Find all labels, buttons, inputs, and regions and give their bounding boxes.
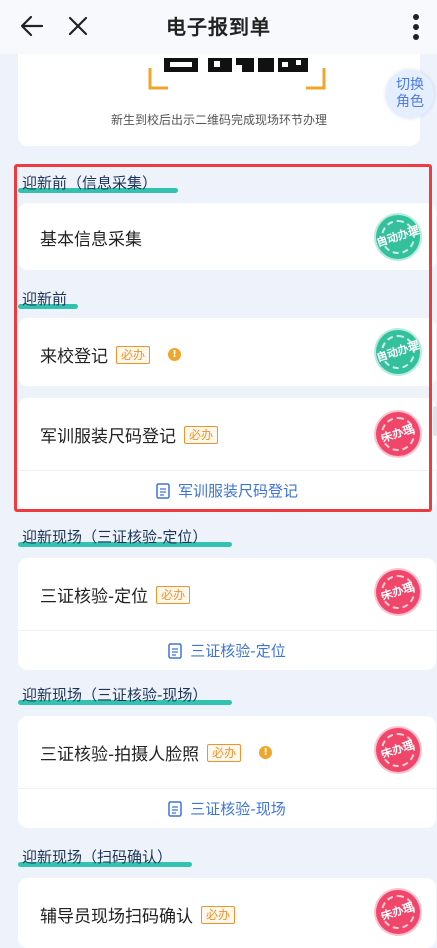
item-label-scan: 辅导员现场扫码确认 必办	[40, 902, 236, 927]
auto-processed-stamp-icon: 自动办理	[375, 215, 421, 259]
section-title-pre-arrival: 迎新前	[18, 288, 78, 309]
item-label-uniform: 军训服装尺码登记 必办	[40, 422, 219, 447]
item-label-photo: 三证核验-拍摄人脸照 必办 !	[40, 740, 273, 765]
more-options-icon[interactable]	[403, 12, 429, 42]
item-label-locate: 三证核验-定位 必办	[40, 582, 191, 607]
section-title-scan-confirm: 迎新现场（扫码确认）	[18, 846, 192, 867]
document-icon	[168, 800, 183, 817]
required-badge: 必办	[156, 585, 191, 604]
card-face-photo: 三证核验-拍摄人脸照 必办 ! 未办理 三证核验-现场	[18, 716, 436, 828]
switch-role-button[interactable]: 切换角色	[386, 70, 434, 118]
card-arrival-registration[interactable]: 来校登记 必办 ! 自动办理	[18, 318, 436, 386]
card-basic-info[interactable]: 基本信息采集 自动办理	[18, 203, 436, 270]
qr-code-card: 新生到校后出示二维码完成现场环节办理	[18, 54, 420, 146]
scrollbar[interactable]	[433, 406, 437, 436]
qr-code-image[interactable]	[148, 54, 326, 90]
section-title-verify-onsite: 迎新现场（三证核验-现场）	[18, 684, 232, 705]
item-label-arrival: 来校登记 必办 !	[40, 342, 182, 367]
uniform-size-link[interactable]: 军训服装尺码登记	[18, 480, 436, 501]
required-badge: 必办	[184, 425, 219, 444]
item-label-basic-info: 基本信息采集	[40, 230, 142, 250]
card-scan-confirm[interactable]: 辅导员现场扫码确认 必办 未办理	[18, 878, 436, 948]
not-processed-stamp-icon: 未办理	[376, 412, 420, 456]
not-processed-stamp-icon: 未办理	[376, 890, 420, 934]
warning-icon: !	[259, 746, 273, 759]
section-title-info-collection: 迎新前（信息采集）	[18, 172, 178, 193]
document-icon	[168, 642, 183, 659]
not-processed-stamp-icon: 未办理	[376, 570, 420, 614]
required-badge: 必办	[201, 905, 236, 924]
required-badge: 必办	[207, 743, 242, 762]
verify-onsite-link[interactable]: 三证核验-现场	[18, 798, 436, 819]
not-processed-stamp-icon: 未办理	[376, 728, 420, 772]
required-badge: 必办	[116, 345, 151, 364]
qr-caption: 新生到校后出示二维码完成现场环节办理	[110, 113, 327, 127]
page-title: 电子报到单	[166, 15, 271, 39]
section-title-verify-location: 迎新现场（三证核验-定位）	[18, 526, 232, 547]
verify-location-link[interactable]: 三证核验-定位	[18, 640, 436, 661]
document-icon	[156, 482, 170, 499]
top-bar: 电子报到单	[0, 0, 437, 54]
card-verify-location: 三证核验-定位 必办 未办理 三证核验-定位	[18, 558, 436, 670]
card-uniform-size: 军训服装尺码登记 必办 未办理 军训服装尺码登记	[18, 398, 436, 510]
auto-processed-stamp-icon: 自动办理	[375, 330, 421, 374]
switch-role-label: 切换角色	[396, 77, 424, 110]
warning-icon: !	[168, 348, 182, 361]
